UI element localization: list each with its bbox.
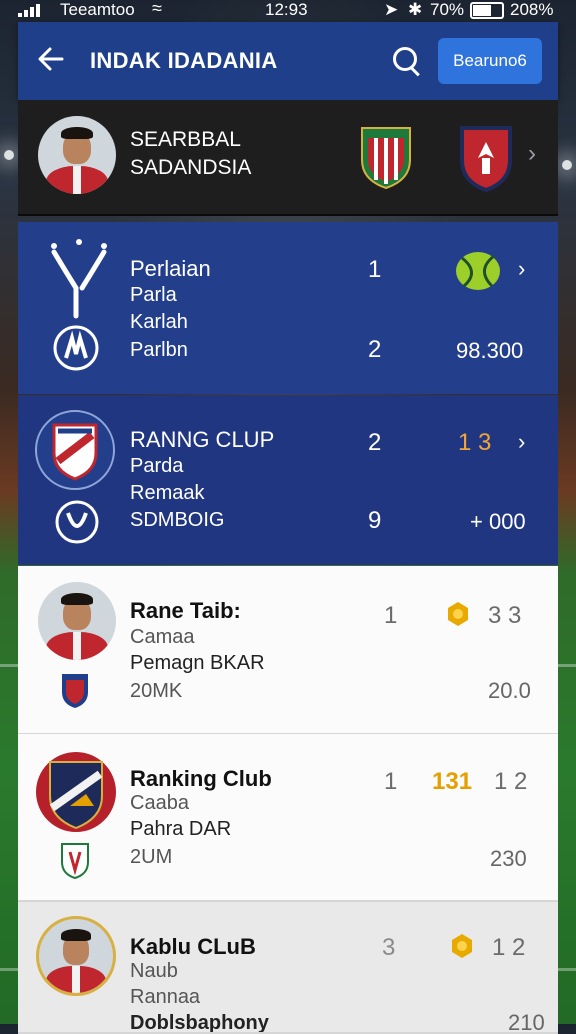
card-rank: 1 <box>384 768 398 795</box>
bluetooth-icon: ✱ <box>408 0 423 19</box>
card-rank: 2 <box>368 429 382 456</box>
player-avatar <box>38 582 116 660</box>
card-line: 20MK <box>130 680 183 702</box>
trophy-logo-icon <box>51 239 107 319</box>
club-crest-icon <box>36 752 116 832</box>
card-line: Parlbn <box>130 339 188 361</box>
player-avatar <box>38 116 116 194</box>
match-summary[interactable]: SEARBBAL SADANDSIA › <box>18 100 558 216</box>
app-header: INDAK IDADANIA Bearuno6 <box>18 22 558 100</box>
location-icon: ➤ <box>384 0 399 19</box>
coin-icon <box>448 602 468 626</box>
status-time: 12:93 <box>265 0 308 19</box>
stadium-light <box>562 160 572 170</box>
club-crest-icon <box>62 674 88 708</box>
card-line: Pahra DAR <box>130 818 232 840</box>
card-line: SDMBOIG <box>130 509 225 531</box>
tennis-ball-icon <box>456 252 500 290</box>
card-title: Perlaian <box>130 256 211 281</box>
chevron-right-icon[interactable]: › <box>528 140 536 168</box>
stadium-light <box>4 150 14 160</box>
card-line: 2UM <box>130 846 173 868</box>
card-score: 3 3 <box>488 602 522 629</box>
card-line: Remaak <box>130 482 205 504</box>
team-crest-icon <box>361 127 411 190</box>
list-item[interactable]: Perlaian Parla Karlah Parlbn 1 2 › 98.30… <box>18 222 558 394</box>
card-title: RANNG CLUP <box>130 427 275 452</box>
card-line: Rannaa <box>130 986 201 1008</box>
opponent-crest-icon <box>460 126 512 192</box>
list-item[interactable]: Kablu CLuB Naub Rannaa Doblsbaphony 3 1 … <box>18 902 558 1034</box>
wifi-icon: ≈ <box>152 0 162 18</box>
battery-icon <box>470 2 504 19</box>
card-value: 98.300 <box>456 338 524 363</box>
card-line: Naub <box>130 960 178 982</box>
card-rank: 1 <box>384 602 398 629</box>
chevron-right-icon[interactable]: › <box>518 429 525 455</box>
card-value: 20.0 <box>488 678 531 703</box>
card-value: 210 <box>508 1010 545 1034</box>
card-line: Parla <box>130 284 177 306</box>
club-badge-icon <box>55 500 99 544</box>
card-line: Karlah <box>130 311 188 333</box>
card-title: Kablu CLuB <box>130 934 256 959</box>
card-count: 9 <box>368 507 382 534</box>
battery-percent-left: 70% <box>430 0 465 19</box>
card-line: Parda <box>130 455 184 477</box>
player-avatar <box>36 916 116 996</box>
signal-icon <box>18 4 40 17</box>
card-score: 1 3 <box>458 429 492 456</box>
list-item[interactable]: RANNG CLUP Parda Remaak SDMBOIG 2 9 1 3 … <box>18 395 558 565</box>
match-player-name: SEARBBAL <box>130 128 241 151</box>
card-count: 2 <box>368 336 382 363</box>
list-item[interactable]: Rane Taib: Camaa Pemagn BKAR 20MK 1 3 3 … <box>18 566 558 735</box>
coin-icon <box>452 934 472 958</box>
status-bar: Teeamtoo ≈ 12:93 ➤ ✱ 70% 208% <box>0 0 576 20</box>
club-crest-icon <box>35 410 115 490</box>
header-action-button[interactable]: Bearuno6 <box>438 38 542 84</box>
card-title: Rane Taib: <box>130 598 241 623</box>
card-rank: 3 <box>382 934 396 961</box>
chevron-right-icon[interactable]: › <box>518 256 525 282</box>
card-rank: 1 <box>368 256 382 283</box>
card-value: 230 <box>490 846 527 871</box>
club-badge-icon <box>61 843 89 880</box>
card-line: Pemagn BKAR <box>130 652 265 674</box>
carrier-name: Teeamtoo <box>60 0 135 19</box>
card-score-secondary: 1 2 <box>494 768 528 795</box>
card-line: Doblsbaphony <box>130 1012 269 1034</box>
list-item[interactable]: Ranking Club Caaba Pahra DAR 2UM 1 131 1… <box>18 734 558 902</box>
search-icon[interactable] <box>390 44 424 78</box>
card-title: Ranking Club <box>130 766 272 791</box>
battery-percent-right: 208% <box>510 0 554 19</box>
card-value: + 000 <box>470 509 526 534</box>
card-score: 131 <box>432 768 473 795</box>
card-score: 1 2 <box>492 934 526 961</box>
card-line: Camaa <box>130 626 195 648</box>
card-line: Caaba <box>130 792 189 814</box>
match-player-subtitle: SADANDSIA <box>130 156 252 179</box>
page-title: INDAK IDADANIA <box>90 48 278 73</box>
club-badge-icon <box>53 325 99 371</box>
back-arrow-icon[interactable] <box>36 44 68 79</box>
